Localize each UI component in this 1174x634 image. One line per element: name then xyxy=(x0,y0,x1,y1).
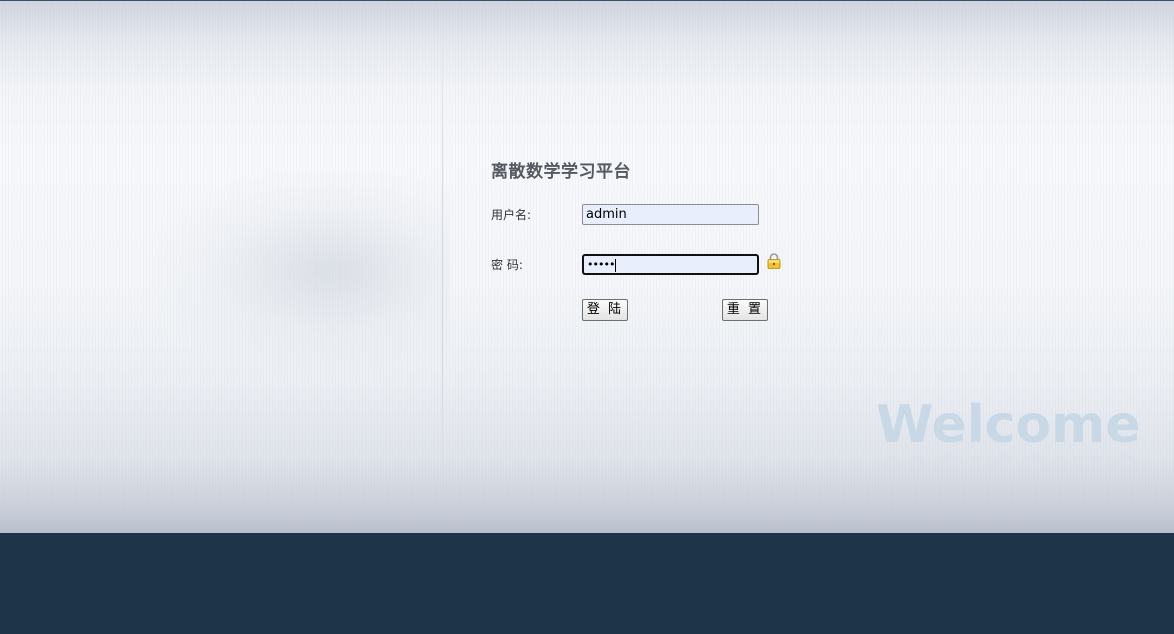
password-label: 密 码: xyxy=(491,258,523,272)
text-caret xyxy=(615,258,617,272)
login-page: Welcome Welcome 离散数学学习平台 用户名: admin 密 码:… xyxy=(0,0,1174,634)
vertical-divider xyxy=(442,11,443,531)
background-swoosh xyxy=(150,171,450,371)
password-input[interactable]: ••••• xyxy=(582,254,759,275)
username-value: admin xyxy=(586,207,627,222)
lock-icon xyxy=(767,253,781,269)
platform-title: 离散数学学习平台 xyxy=(491,162,631,182)
footer-bar xyxy=(0,533,1174,634)
login-button[interactable]: 登 陆 xyxy=(582,299,628,321)
username-input[interactable]: admin xyxy=(582,204,759,225)
reset-button[interactable]: 重 置 xyxy=(722,299,768,321)
password-value: ••••• xyxy=(587,258,615,271)
welcome-reflection: Welcome xyxy=(876,443,1141,503)
username-label: 用户名: xyxy=(491,208,532,222)
